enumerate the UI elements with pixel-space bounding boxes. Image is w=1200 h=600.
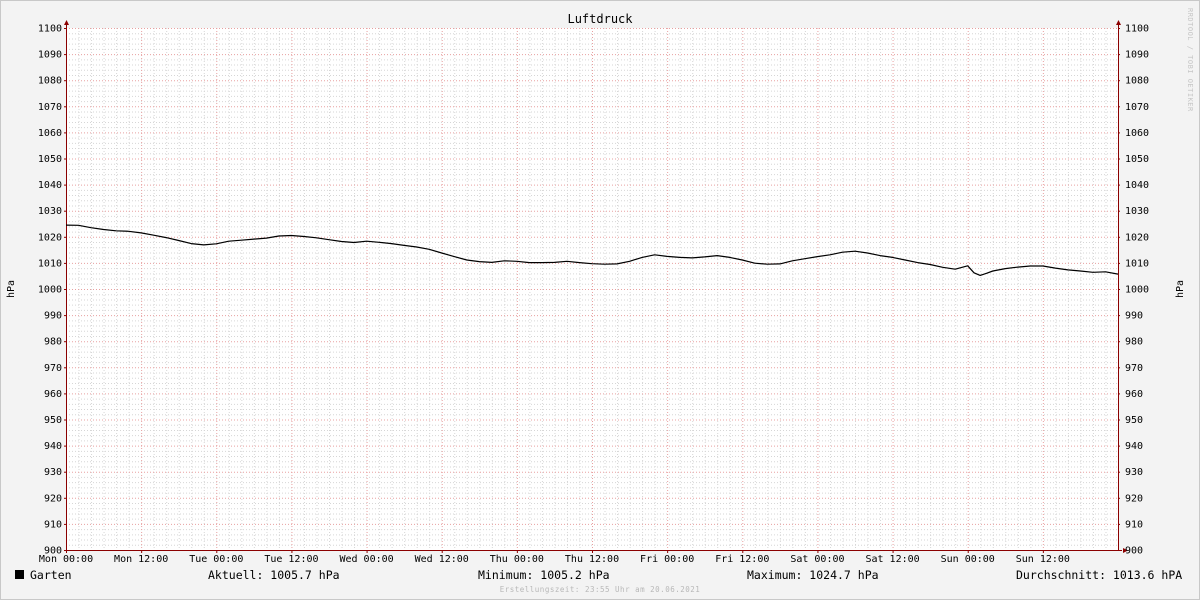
y-tick-label-left: 1030: [38, 206, 62, 217]
x-tick-label: Mon 00:00: [39, 554, 93, 565]
y-tick-label-left: 1070: [38, 102, 62, 113]
legend-swatch: [15, 570, 24, 579]
x-tick-label: Fri 12:00: [715, 554, 769, 565]
y-tick-label-right: 960: [1125, 389, 1143, 400]
y-axis-right-labels: 900 910 920 930 940 950 960 970 980 990 1000 1010 10…: [1125, 24, 1149, 557]
y-tick-label-left: 970: [44, 363, 62, 374]
x-tick-label: Wed 12:00: [415, 554, 469, 565]
y-tick-label-left: 940: [44, 441, 62, 452]
y-tick-label-right: 1080: [1125, 76, 1149, 87]
y-tick-label-right: 1020: [1125, 232, 1149, 243]
x-tick-label: Sun 00:00: [941, 554, 995, 565]
y-tick-label-left: 1020: [38, 232, 62, 243]
y-tick-label-left: 920: [44, 493, 62, 504]
y-axis-title-left: hPa: [6, 280, 17, 298]
rrdtool-watermark: RRDTOOL / TOBI OETIKER: [1186, 8, 1194, 112]
y-tick-label-right: 920: [1125, 493, 1143, 504]
y-tick-label-left: 960: [44, 389, 62, 400]
y-tick-label-right: 980: [1125, 337, 1143, 348]
y-tick-label-right: 1060: [1125, 128, 1149, 139]
legend-series-name: Garten: [30, 568, 72, 582]
chart-title: Luftdruck: [567, 12, 633, 26]
y-tick-label-left: 1090: [38, 50, 62, 61]
y-tick-label-right: 1050: [1125, 154, 1149, 165]
y-tick-label-right: 1090: [1125, 50, 1149, 61]
y-axis-right-arrow: [1116, 20, 1121, 25]
y-tick-label-right: 930: [1125, 467, 1143, 478]
x-axis-labels: Mon 00:00 Mon 12:00 Tue 00:00 Tue 12:00 Wed …: [39, 554, 1070, 565]
x-tick-label: Sat 00:00: [790, 554, 844, 565]
stat-aktuell: Aktuell: 1005.7 hPa: [208, 568, 340, 582]
x-tick-label: Sun 12:00: [1016, 554, 1070, 565]
y-tick-label-left: 1010: [38, 258, 62, 269]
y-tick-label-right: 900: [1125, 546, 1143, 557]
y-tick-label-right: 1010: [1125, 258, 1149, 269]
x-tick-label: Thu 12:00: [565, 554, 619, 565]
y-tick-label-left: 1000: [38, 285, 62, 296]
y-tick-label-left: 1050: [38, 154, 62, 165]
y-tick-label-right: 1040: [1125, 180, 1149, 191]
x-tick-label: Thu 00:00: [490, 554, 544, 565]
y-tick-label-left: 1060: [38, 128, 62, 139]
y-tick-label-right: 990: [1125, 311, 1143, 322]
y-tick-label-left: 910: [44, 519, 62, 530]
y-tick-label-left: 1040: [38, 180, 62, 191]
stat-maximum: Maximum: 1024.7 hPa: [747, 568, 879, 582]
creation-time-credit: Erstellungszeit: 23:55 Uhr am 20.06.2021: [499, 585, 701, 594]
chart: 900 910 920 930 940 950 960 970 980 990 1000 1010 10…: [6, 12, 1186, 565]
y-tick-label-right: 1100: [1125, 24, 1149, 35]
x-tick-label: Fri 00:00: [640, 554, 694, 565]
y-tick-label-right: 970: [1125, 363, 1143, 374]
y-axis-title-right: hPa: [1175, 280, 1186, 298]
y-axis-left-labels: 9009109209309409509609709809901000101010…: [38, 24, 62, 557]
y-tick-label-right: 940: [1125, 441, 1143, 452]
y-tick-label-left: 1080: [38, 76, 62, 87]
y-tick-label-right: 1000: [1125, 285, 1149, 296]
x-tick-label: Tue 12:00: [264, 554, 318, 565]
y-tick-label-right: 1030: [1125, 206, 1149, 217]
y-tick-label-right: 910: [1125, 519, 1143, 530]
y-tick-label-left: 1100: [38, 24, 62, 35]
x-tick-label: Mon 12:00: [114, 554, 168, 565]
x-tick-label: Tue 00:00: [189, 554, 243, 565]
y-tick-label-left: 950: [44, 415, 62, 426]
x-tick-label: Sat 12:00: [865, 554, 919, 565]
stat-minimum: Minimum: 1005.2 hPa: [478, 568, 610, 582]
y-axis-left-arrow: [64, 20, 69, 25]
y-tick-label-right: 1070: [1125, 102, 1149, 113]
y-tick-label-right: 950: [1125, 415, 1143, 426]
stat-durchschnitt: Durchschnitt: 1013.6 hPA: [1016, 568, 1183, 582]
y-tick-label-left: 930: [44, 467, 62, 478]
x-tick-label: Wed 00:00: [339, 554, 393, 565]
y-tick-label-left: 980: [44, 337, 62, 348]
y-tick-label-left: 990: [44, 311, 62, 322]
